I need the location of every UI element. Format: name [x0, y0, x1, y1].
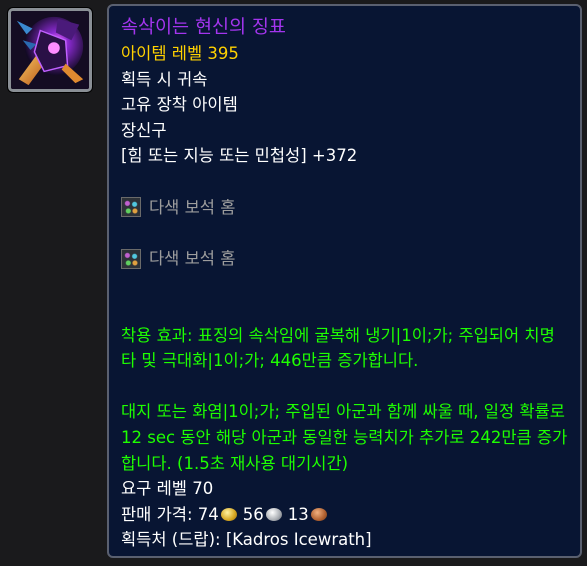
- required-level: 요구 레벨 70: [121, 479, 214, 499]
- socket-row: 다색 보석 홈: [121, 246, 568, 272]
- prismatic-socket-icon: [121, 248, 141, 269]
- gold-amount: 74: [197, 504, 219, 524]
- item-level: 아이템 레벨 395: [121, 44, 239, 63]
- equip-effect: 착용 효과: 표징의 속삭임에 굴복해 냉기|1이;가; 주입되어 치명타 및 …: [121, 325, 555, 371]
- socket-row: 다색 보석 홈: [121, 195, 568, 221]
- sell-price-label: 판매 가격:: [121, 504, 198, 524]
- socket-label: 다색 보석 홈: [149, 248, 236, 268]
- item-name: 속삭이는 현신의 징표: [121, 17, 286, 38]
- binding-text: 획득 시 귀속: [121, 69, 208, 89]
- copper-amount: 13: [287, 504, 309, 524]
- item-icon: [8, 8, 92, 92]
- item-slot: 장신구: [121, 120, 167, 140]
- prismatic-socket-icon: [121, 197, 141, 218]
- item-tooltip: 속삭이는 현신의 징표 아이템 레벨 395 획득 시 귀속 고유 장착 아이템…: [107, 4, 582, 558]
- silver-amount: 56: [242, 504, 264, 524]
- unique-equipped-text: 고유 장착 아이템: [121, 95, 238, 115]
- proc-effect: 대지 또는 화염|1이;가; 주입된 아군과 함께 싸울 때, 일정 확률로 1…: [121, 402, 568, 473]
- gold-coin-icon: [220, 507, 237, 521]
- sell-price: 판매 가격: 74 56 13: [121, 502, 568, 528]
- copper-coin-icon: [310, 507, 327, 521]
- item-icon-artwork: [11, 11, 89, 89]
- item-source: 획득처 (드랍): [Kadros Icewrath]: [121, 530, 372, 550]
- silver-coin-icon: [265, 507, 282, 521]
- item-stat: [힘 또는 지능 또는 민첩성] +372: [121, 146, 358, 166]
- socket-label: 다색 보석 홈: [149, 197, 236, 217]
